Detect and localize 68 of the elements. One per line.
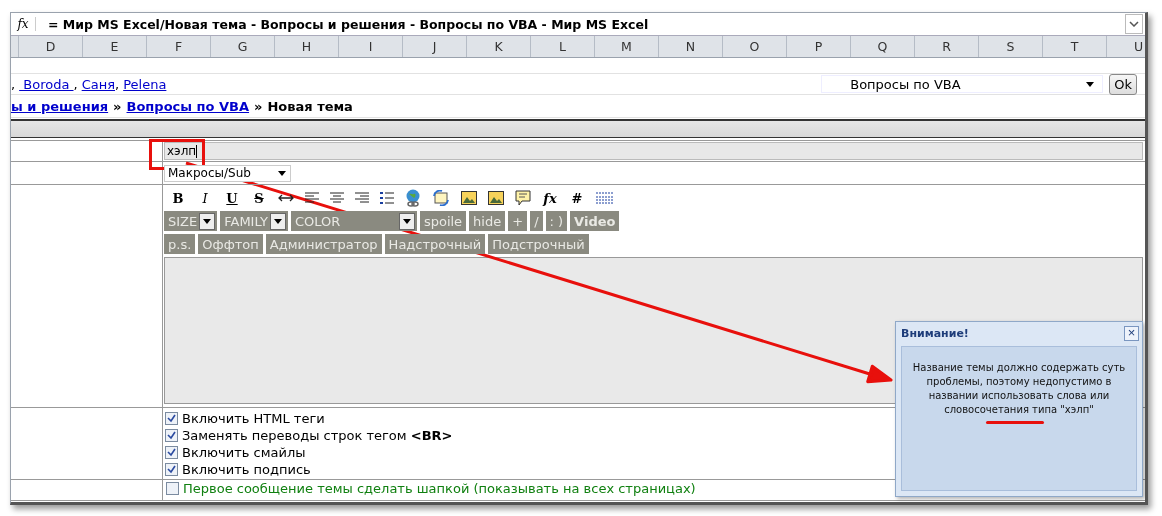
strikethrough-button[interactable]: S [251,190,267,206]
column-header[interactable]: P [787,36,851,57]
user-link[interactable]: Boroda [19,76,74,92]
checkbox[interactable] [165,463,178,476]
formula-field[interactable]: = Мир MS Excel/Новая тема - Вопросы и решения - Вопросы по VBA - Мир MS Excel [36,16,1125,32]
bold-button[interactable]: B [170,190,186,206]
option-label: Включить HTML теги [182,411,325,426]
speech-bubble-icon[interactable] [515,190,531,206]
warning-message: Название темы должно содержать суть проблемы, поэтому недопустимо в названии использовать слова или словосочетания типа "хэлп" [911,361,1127,417]
breadcrumb-link[interactable]: Вопросы по VBA [126,98,250,114]
column-header[interactable]: G [211,36,275,57]
close-button[interactable]: × [1124,325,1139,341]
comma-text: , [73,76,78,92]
column-header[interactable]: K [467,36,531,57]
user-link[interactable]: Саня [81,76,116,92]
breadcrumb-link[interactable]: ы и решения [11,98,109,114]
align-center-icon[interactable] [330,192,344,204]
option-label: Первое сообщение темы сделать шапкой (показывать на всех страницах) [183,481,696,496]
breadcrumb-separator: » [113,98,122,114]
expand-icon[interactable] [1125,14,1143,34]
checkbox[interactable] [165,446,178,459]
ok-button[interactable]: Ok [1109,73,1137,95]
dropdown-arrow-icon[interactable] [1086,81,1095,87]
column-header[interactable]: I [339,36,403,57]
column-header[interactable]: U [1107,36,1145,57]
function-label[interactable]: fx [11,17,36,31]
column-header[interactable]: J [403,36,467,57]
image-swap-icon[interactable] [432,190,450,206]
forum-select[interactable]: Вопросы по VBA [821,75,1104,93]
column-header[interactable]: Q [851,36,915,57]
title-field[interactable]: хэлп [164,142,1143,160]
checkbox[interactable] [166,482,179,495]
column-header[interactable]: R [915,36,979,57]
section-select[interactable]: Макросы/Sub [164,164,291,182]
column-header[interactable]: M [595,36,659,57]
column-header[interactable]: S [979,36,1043,57]
list-icon[interactable] [380,191,394,205]
column-header[interactable]: N [659,36,723,57]
column-header[interactable]: E [83,36,147,57]
option-label: Включить подпись [182,462,311,477]
comma-text: , [11,76,16,92]
option-label: Включить смайлы [182,445,306,460]
checkbox[interactable] [165,412,178,425]
formula-button[interactable]: fx [542,190,558,206]
breadcrumb-separator: » [254,98,263,114]
hash-button[interactable]: # [569,190,585,206]
checkbox[interactable] [165,429,178,442]
align-right-icon[interactable] [355,192,369,204]
dialog-title: Внимание! [901,326,969,340]
column-header[interactable]: F [147,36,211,57]
column-header[interactable]: O [723,36,787,57]
arrows-icon[interactable] [278,193,294,203]
align-left-icon[interactable] [305,192,319,204]
column-header[interactable]: H [275,36,339,57]
italic-button[interactable]: I [197,190,213,206]
option-label: Заменять переводы строк тегом <BR> [182,428,453,443]
picture-icon[interactable] [488,191,504,205]
globe-link-icon[interactable] [405,189,421,207]
column-header[interactable]: T [1043,36,1107,57]
column-header[interactable]: L [531,36,595,57]
picture-icon[interactable] [461,191,477,205]
underline-button[interactable]: U [224,190,240,206]
breadcrumb-current: Новая тема [267,98,353,114]
column-header[interactable]: D [19,36,83,57]
user-link[interactable]: Pelena [123,76,167,92]
underline-mark [986,421,1044,424]
dropdown-arrow-icon[interactable] [278,170,286,176]
comma-text: , [115,76,120,92]
